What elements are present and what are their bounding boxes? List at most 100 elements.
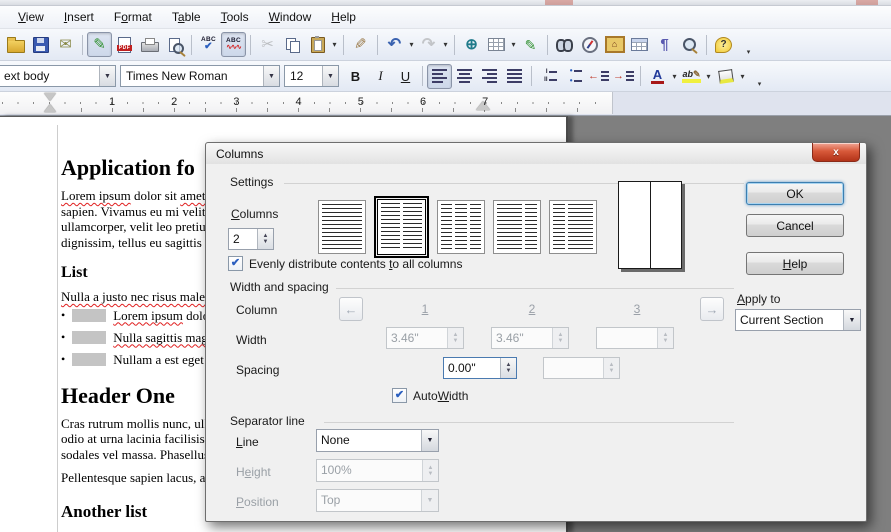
column-preset-5[interactable] (549, 200, 597, 254)
ok-button[interactable]: OK (746, 182, 844, 205)
evenly-distribute-checkbox[interactable]: ✔ Evenly distribute contents to all colu… (228, 256, 462, 271)
settings-group-label: Settings (230, 175, 277, 189)
toolbar-separator (422, 66, 423, 86)
paste-icon[interactable] (305, 32, 330, 57)
ruler-number: 7 (482, 96, 488, 108)
dropdown-arrow-icon[interactable]: ▾ (407, 40, 416, 49)
menu-help[interactable]: Help (321, 7, 366, 27)
bold-button[interactable]: B (343, 64, 368, 89)
menu-format[interactable]: Format (104, 7, 162, 27)
data-sources-icon[interactable] (627, 32, 652, 57)
copy-icon[interactable] (280, 32, 305, 57)
columns-count-spinner[interactable]: 2 ▲▼ (228, 228, 274, 250)
preset-column (403, 203, 422, 251)
column-preset-3[interactable] (437, 200, 485, 254)
export-pdf-icon[interactable]: PDF (112, 32, 137, 57)
highlighting-button[interactable]: ab✎ (679, 64, 704, 89)
application-window: ViewInsertFormatTableToolsWindowHelp ✉✎P… (0, 0, 891, 532)
apply-to-combo[interactable]: Current Section ▼ (735, 309, 861, 331)
column-preset-2[interactable] (377, 199, 426, 255)
line-style-value: None (317, 430, 421, 451)
cancel-button[interactable]: Cancel (746, 214, 844, 237)
menu-view[interactable]: View (8, 7, 54, 27)
text-boundary (57, 125, 58, 532)
toolbar-overflow-icon[interactable]: ▾ (747, 64, 772, 89)
zoom-icon[interactable] (677, 32, 702, 57)
align-left-button[interactable] (427, 64, 452, 89)
gallery-icon[interactable]: ⌂ (602, 32, 627, 57)
edit-file-icon[interactable]: ✎ (87, 32, 112, 57)
help-button[interactable]: Help (746, 252, 844, 275)
background-color-button[interactable] (713, 64, 738, 89)
print-icon[interactable] (137, 32, 162, 57)
align-right-button[interactable] (477, 64, 502, 89)
format-paintbrush-icon[interactable]: ✎ (348, 32, 373, 57)
undo-icon[interactable]: ↶ (382, 32, 407, 57)
menu-insert[interactable]: Insert (54, 7, 104, 27)
align-center-button[interactable] (452, 64, 477, 89)
spinner-arrows-icon: ▲▼ (552, 328, 568, 348)
page-preview-icon[interactable] (162, 32, 187, 57)
hyperlink-icon[interactable]: ⊕ (459, 32, 484, 57)
navigator-icon[interactable] (577, 32, 602, 57)
chevron-down-icon: ▼ (421, 490, 438, 511)
close-icon[interactable]: x (812, 143, 860, 162)
save-icon[interactable] (28, 32, 53, 57)
toolbar-overflow-icon[interactable]: ▾ (736, 32, 761, 57)
apply-to-label: Apply to (737, 292, 780, 306)
increase-indent-button[interactable]: → (611, 64, 636, 89)
paragraph-style-combo[interactable]: ext body ▼ (0, 65, 116, 87)
columns-preview (618, 181, 682, 269)
autowidth-checkbox[interactable]: ✔ AutoWidth (392, 388, 468, 403)
line-style-combo[interactable]: None ▼ (316, 429, 439, 452)
find-replace-icon[interactable] (552, 32, 577, 57)
width-value: 3.46" (492, 328, 552, 348)
first-line-indent-marker[interactable] (44, 104, 56, 112)
placeholder-box (72, 331, 106, 344)
toolbar-separator (343, 35, 344, 55)
dropdown-arrow-icon[interactable]: ▾ (509, 40, 518, 49)
left-indent-marker[interactable] (44, 93, 56, 101)
insert-table-icon[interactable] (484, 32, 509, 57)
underline-button[interactable]: U (393, 64, 418, 89)
draw-functions-icon[interactable]: ✎ (518, 32, 543, 57)
dropdown-arrow-icon[interactable]: ▾ (704, 72, 713, 81)
spacing-field-1[interactable]: 0.00"▲▼ (443, 357, 517, 379)
ruler[interactable]: 1234567 (0, 92, 891, 116)
formatting-marks-icon[interactable]: ¶ (652, 32, 677, 57)
chevron-down-icon[interactable]: ▼ (843, 310, 860, 330)
font-size-combo[interactable]: 12 ▼ (284, 65, 339, 87)
column-preset-1[interactable] (318, 200, 366, 254)
dropdown-arrow-icon[interactable]: ▾ (330, 40, 339, 49)
dialog-titlebar[interactable]: Columns x (206, 143, 866, 164)
font-size-value: 12 (285, 69, 322, 83)
spellcheck-icon[interactable]: ABC✔ (196, 32, 221, 57)
open-icon[interactable] (3, 32, 28, 57)
apply-to-value: Current Section (736, 310, 843, 330)
font-name-combo[interactable]: Times New Roman ▼ (120, 65, 280, 87)
italic-button[interactable]: I (368, 64, 393, 89)
numbered-list-button[interactable]: III (536, 64, 561, 89)
spinner-arrows-icon[interactable]: ▲▼ (500, 358, 516, 378)
menu-tools[interactable]: Tools (211, 7, 259, 27)
email-icon[interactable]: ✉ (53, 32, 78, 57)
dropdown-arrow-icon[interactable]: ▾ (670, 72, 679, 81)
column-preset-4[interactable] (493, 200, 541, 254)
help-icon[interactable]: ? (711, 32, 736, 57)
menu-window[interactable]: Window (259, 7, 322, 27)
column-nav-label: Column (236, 303, 277, 317)
dropdown-arrow-icon[interactable]: ▾ (738, 72, 747, 81)
menu-table[interactable]: Table (162, 7, 211, 27)
spinner-arrows-icon[interactable]: ▲▼ (257, 229, 273, 249)
chevron-down-icon[interactable]: ▼ (322, 66, 338, 86)
chevron-down-icon[interactable]: ▼ (421, 430, 438, 451)
chevron-down-icon[interactable]: ▼ (263, 66, 279, 86)
bullet-list-button[interactable]: •• (561, 64, 586, 89)
decrease-indent-button[interactable]: ← (586, 64, 611, 89)
align-justify-button[interactable] (502, 64, 527, 89)
cut-icon: ✂ (255, 32, 280, 57)
spinner-arrows-icon: ▲▼ (657, 328, 673, 348)
font-color-button[interactable]: A (645, 64, 670, 89)
chevron-down-icon[interactable]: ▼ (99, 66, 115, 86)
auto-spellcheck-icon[interactable]: ABC∿∿∿ (221, 32, 246, 57)
